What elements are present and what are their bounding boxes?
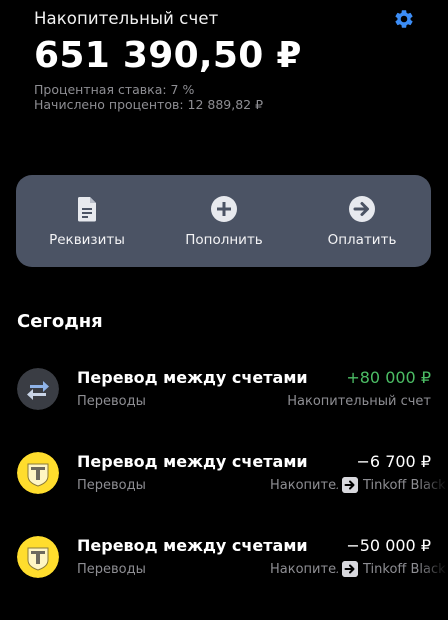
arrow-right-icon bbox=[342, 477, 358, 493]
operation-amount: +80 000 ₽ bbox=[346, 368, 431, 387]
top-up-button[interactable]: Пополнить bbox=[155, 175, 293, 267]
operation-row[interactable]: Перевод между счетами Переводы +80 000 ₽… bbox=[0, 368, 448, 452]
text-fade bbox=[418, 476, 448, 494]
operation-amount: −50 000 ₽ bbox=[346, 536, 431, 555]
tinkoff-logo bbox=[17, 536, 59, 578]
pay-label: Оплатить bbox=[327, 232, 397, 248]
account-title: Накопительный счет bbox=[34, 9, 219, 28]
operation-row[interactable]: Перевод между счетами Переводы −50 000 ₽… bbox=[0, 536, 448, 620]
transfer-arrows-icon bbox=[17, 368, 59, 410]
operation-title: Перевод между счетами bbox=[77, 452, 308, 471]
arrow-right-circle-icon bbox=[349, 196, 375, 222]
requisites-label: Реквизиты bbox=[49, 232, 125, 248]
operation-category: Переводы bbox=[77, 478, 146, 493]
tinkoff-logo bbox=[17, 452, 59, 494]
arrow-right-icon bbox=[342, 561, 358, 577]
operation-from: Накопительный счет bbox=[270, 562, 338, 577]
plus-circle-icon bbox=[211, 196, 237, 222]
operation-route: Накопительный счет Tinkoff Black bbox=[270, 476, 448, 494]
operation-category: Переводы bbox=[77, 562, 146, 577]
operation-from: Накопительный счет bbox=[270, 478, 338, 493]
accrued-interest: Начислено процентов: 12 889,82 ₽ bbox=[34, 97, 264, 112]
operation-category: Переводы bbox=[77, 394, 146, 409]
operation-route: Накопительный счет Tinkoff Black bbox=[270, 560, 448, 578]
account-balance: 651 390,50 ₽ bbox=[34, 35, 302, 76]
operation-row[interactable]: Перевод между счетами Переводы −6 700 ₽ … bbox=[0, 452, 448, 536]
actions-panel: Реквизиты Пополнить Оплатить bbox=[16, 175, 431, 267]
operation-amount: −6 700 ₽ bbox=[356, 452, 431, 471]
text-fade bbox=[418, 560, 448, 578]
requisites-button[interactable]: Реквизиты bbox=[18, 175, 156, 267]
section-title-today: Сегодня bbox=[17, 311, 103, 332]
interest-rate: Процентная ставка: 7 % bbox=[34, 82, 195, 97]
pay-button[interactable]: Оплатить bbox=[293, 175, 431, 267]
operation-destination: Накопительный счет bbox=[287, 394, 431, 409]
document-icon bbox=[78, 197, 96, 222]
operation-title: Перевод между счетами bbox=[77, 368, 308, 387]
top-up-label: Пополнить bbox=[185, 232, 263, 248]
operation-title: Перевод между счетами bbox=[77, 536, 308, 555]
gear-icon[interactable] bbox=[393, 8, 415, 30]
